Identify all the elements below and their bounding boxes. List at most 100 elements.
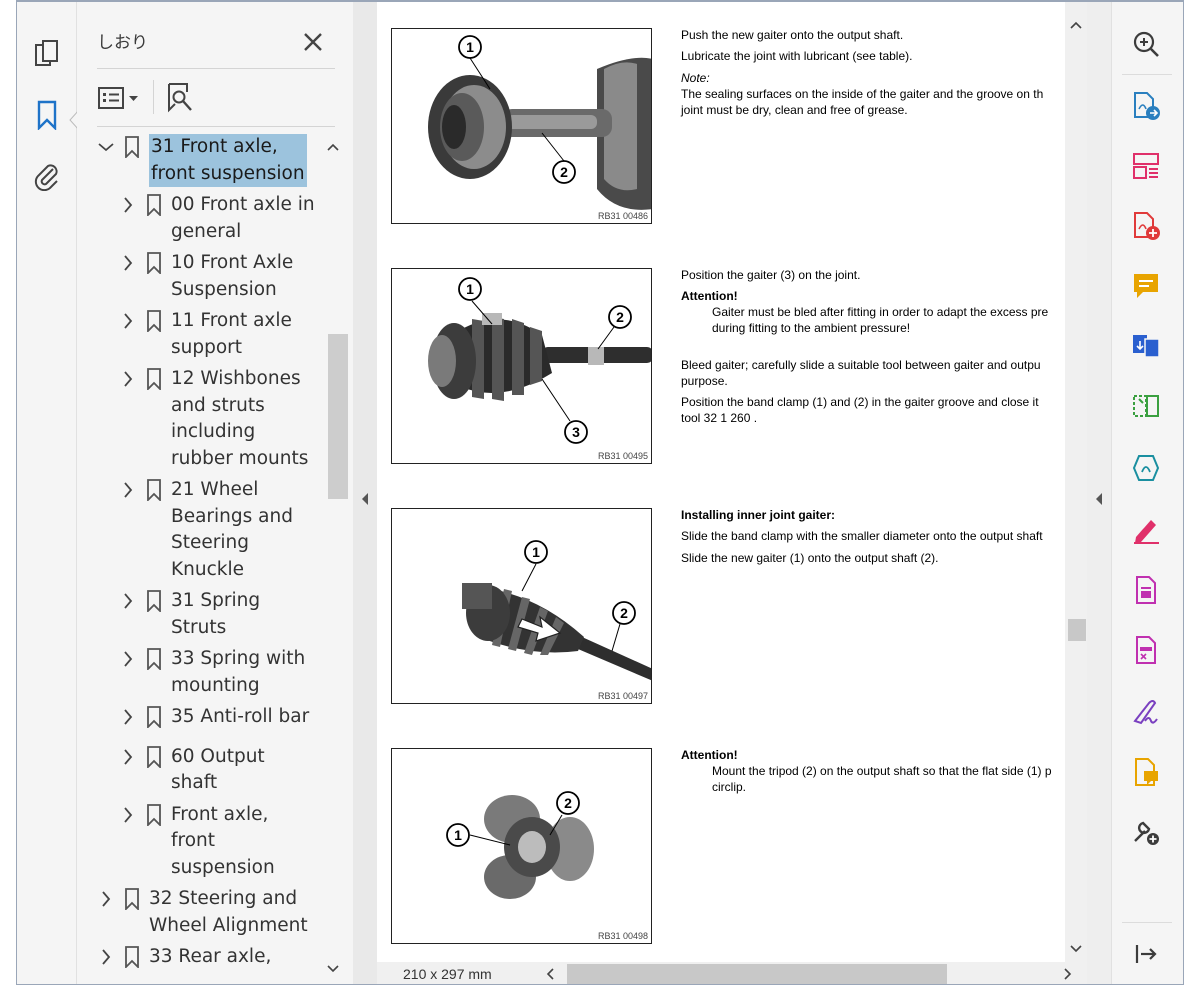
document-text-line: The sealing surfaces on the inside of th…: [681, 87, 1044, 101]
horizontal-scroll-thumb[interactable]: [567, 964, 947, 984]
chevron-right-icon[interactable]: [97, 886, 115, 912]
bookmark-item[interactable]: 11 Front axle support: [119, 308, 292, 361]
bookmark-label-line: general: [171, 220, 242, 242]
bookmark-item[interactable]: 32 Steering and Wheel Alignment: [97, 886, 308, 939]
bookmark-label-line: 10 Front Axle: [171, 252, 294, 273]
bookmark-icon: [145, 588, 163, 614]
document-view[interactable]: 1 2 RB31 00486 1 2 3 RB31 00495 1 2 RB31…: [377, 2, 1065, 962]
bookmark-label-line: Suspension: [171, 278, 277, 300]
bookmark-item[interactable]: 12 Wishbones and struts including rubber mo…: [119, 366, 308, 472]
right-tool-strip: [1111, 2, 1183, 984]
bookmark-label-line: 33 Rear axle,: [149, 946, 272, 967]
collapse-right-icon[interactable]: [1094, 492, 1104, 506]
chevron-right-icon[interactable]: [119, 250, 137, 276]
callout: 1: [454, 827, 462, 843]
scroll-up-icon[interactable]: [1070, 20, 1082, 30]
divider: [97, 126, 335, 127]
chevron-right-icon[interactable]: [119, 308, 137, 334]
callout: 1: [466, 281, 474, 297]
chevron-right-icon[interactable]: [119, 477, 137, 503]
document-vertical-scrollbar[interactable]: [1065, 2, 1087, 962]
close-icon[interactable]: [299, 28, 327, 56]
compress-pdf-icon[interactable]: [1130, 452, 1162, 484]
chevron-down-icon[interactable]: [97, 134, 115, 160]
bookmark-label: 32 Steering and Wheel Alignment: [149, 886, 308, 939]
bookmark-icon: [145, 704, 163, 730]
bookmark-label-line: 31 Front axle,: [151, 136, 278, 157]
scroll-left-icon[interactable]: [545, 968, 555, 980]
scan-ocr-icon[interactable]: [1130, 390, 1162, 422]
export-pdf-icon[interactable]: [1130, 90, 1162, 122]
bookmark-panel-title: しおり: [97, 33, 148, 53]
bookmark-item[interactable]: 60 Output shaft: [119, 744, 265, 797]
bookmark-item[interactable]: 31 Front axle, front suspension: [97, 134, 307, 187]
bookmark-icon: [123, 134, 141, 160]
acrobat-window: しおり 31 Front axle, front suspension 00 Fro…: [16, 0, 1184, 985]
zoom-icon[interactable]: [1130, 28, 1162, 60]
combine-files-icon[interactable]: [1130, 330, 1162, 362]
bookmark-scrollbar[interactable]: [323, 134, 348, 984]
figure-image: 1 2 RB31 00498: [391, 748, 652, 944]
bookmark-scroll-thumb[interactable]: [328, 334, 348, 499]
chevron-right-icon[interactable]: [119, 646, 137, 672]
pages-icon[interactable]: [31, 38, 63, 70]
collapse-right-panel-bar[interactable]: [1087, 2, 1111, 984]
comment-icon[interactable]: [1130, 270, 1162, 302]
bookmark-item[interactable]: 31 Spring Struts: [119, 588, 260, 641]
chevron-right-icon[interactable]: [119, 744, 137, 770]
bookmark-tree: 31 Front axle, front suspension 00 Front a…: [97, 134, 323, 984]
collapse-left-icon[interactable]: [360, 492, 370, 506]
bookmark-item[interactable]: 33 Rear axle,: [97, 944, 271, 971]
chevron-right-icon[interactable]: [119, 192, 137, 218]
bookmark-label-line: Knuckle: [171, 558, 244, 580]
fill-sign-icon[interactable]: [1130, 514, 1162, 546]
figure-caption: RB31 00486: [597, 211, 648, 221]
protect-icon[interactable]: [1130, 574, 1162, 606]
bookmark-item[interactable]: 00 Front axle in general: [119, 192, 315, 245]
send-comment-icon[interactable]: [1130, 756, 1162, 788]
callout: 2: [620, 605, 628, 621]
document-text-line: Lubricate the joint with lubricant (see …: [681, 49, 913, 63]
chevron-right-icon[interactable]: [97, 944, 115, 970]
callout: 2: [560, 164, 568, 180]
attachment-icon[interactable]: [31, 160, 63, 192]
bookmark-panel: しおり 31 Front axle, front suspension 00 Fro…: [77, 2, 353, 984]
bookmark-item[interactable]: Front axle, front suspension: [119, 802, 275, 882]
chevron-right-icon[interactable]: [119, 366, 137, 392]
bookmark-label-line: 00 Front axle in: [171, 194, 315, 215]
bookmark-icon[interactable]: [31, 99, 63, 131]
scroll-up-icon[interactable]: [327, 142, 339, 152]
chevron-right-icon[interactable]: [119, 704, 137, 730]
document-text-line: Installing inner joint gaiter:: [681, 508, 836, 522]
redact-icon[interactable]: [1130, 634, 1162, 666]
collapse-panel-icon[interactable]: [1130, 938, 1162, 970]
chevron-right-icon[interactable]: [119, 802, 137, 828]
scroll-down-icon[interactable]: [327, 964, 339, 974]
callout: 2: [616, 309, 624, 325]
document-text-line: Bleed gaiter; carefully slide a suitable…: [681, 358, 1041, 372]
scroll-down-icon[interactable]: [1070, 944, 1082, 954]
bookmark-item[interactable]: 10 Front Axle Suspension: [119, 250, 293, 303]
scroll-right-icon[interactable]: [1063, 968, 1073, 980]
figure-caption: RB31 00497: [597, 691, 648, 701]
more-tools-icon[interactable]: [1130, 816, 1162, 848]
figure-caption: RB31 00495: [597, 451, 648, 461]
bookmark-label: 35 Anti-roll bar: [171, 704, 309, 731]
bookmark-icon: [123, 886, 141, 912]
bookmark-label-line: 35 Anti-roll bar: [171, 706, 310, 727]
figure-image: 1 2 RB31 00497: [391, 508, 652, 704]
bookmark-label: Front axle, front suspension: [171, 802, 275, 882]
bookmark-item[interactable]: 33 Spring with mounting: [119, 646, 305, 699]
bookmark-label-line: and struts: [171, 394, 265, 416]
find-bookmark-icon[interactable]: [165, 82, 195, 114]
bookmark-options-button[interactable]: [97, 84, 143, 112]
bookmark-item[interactable]: 35 Anti-roll bar: [119, 704, 309, 731]
collapse-left-panel-bar[interactable]: [353, 2, 377, 984]
organize-pages-icon[interactable]: [1130, 150, 1162, 182]
bookmark-item[interactable]: 21 Wheel Bearings and Steering Knuckle: [119, 477, 293, 583]
bookmark-icon: [145, 308, 163, 334]
request-signature-icon[interactable]: [1130, 696, 1162, 728]
document-scroll-thumb[interactable]: [1068, 619, 1086, 641]
chevron-right-icon[interactable]: [119, 588, 137, 614]
create-pdf-icon[interactable]: [1130, 210, 1162, 242]
